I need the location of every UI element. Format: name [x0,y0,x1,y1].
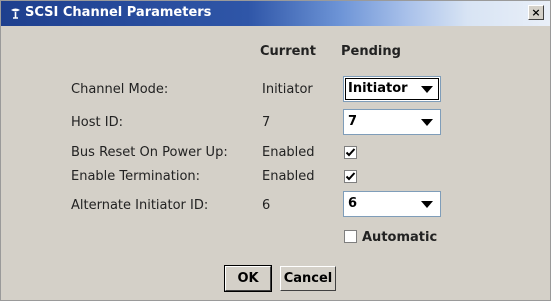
app-icon [11,8,20,19]
pending-column-header: Pending [341,44,401,59]
title-bar[interactable]: SCSI Channel Parameters × [1,1,550,26]
chevron-down-icon [421,119,433,126]
enable-termination-current: Enabled [262,169,315,184]
alternate-initiator-select[interactable]: 6 [343,191,441,217]
ok-button[interactable]: OK [224,265,272,292]
automatic-checkbox[interactable] [344,230,357,243]
channel-mode-select[interactable]: Initiator [343,76,441,102]
host-id-current: 7 [262,115,271,130]
bus-reset-checkbox[interactable] [344,146,357,159]
close-button[interactable]: × [528,5,544,20]
alternate-initiator-current: 6 [262,198,271,213]
enable-termination-label: Enable Termination: [71,169,201,184]
automatic-label[interactable]: Automatic [362,230,437,245]
alternate-initiator-value: 6 [348,196,358,211]
host-id-select[interactable]: 7 [343,109,441,135]
alternate-initiator-label: Alternate Initiator ID: [71,198,209,213]
close-icon: × [531,6,541,19]
host-id-label: Host ID: [71,115,123,130]
dialog-window: SCSI Channel Parameters × Current Pendin… [0,0,551,301]
chevron-down-icon [421,201,433,208]
host-id-value: 7 [348,114,358,129]
bus-reset-current: Enabled [262,145,315,160]
checkmark-icon [345,148,356,157]
current-column-header: Current [260,44,316,59]
window-title: SCSI Channel Parameters [25,5,212,20]
channel-mode-value: Initiator [348,81,408,96]
enable-termination-checkbox[interactable] [344,170,357,183]
checkmark-icon [345,172,356,181]
chevron-down-icon [421,86,433,93]
channel-mode-label: Channel Mode: [71,82,169,97]
channel-mode-current: Initiator [262,82,313,97]
cancel-button[interactable]: Cancel [280,266,336,291]
bus-reset-label: Bus Reset On Power Up: [71,145,228,160]
